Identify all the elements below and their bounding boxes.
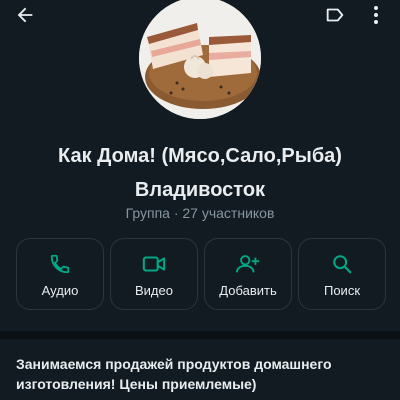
group-description[interactable]: Занимаемся продажей продуктов домашнего … [16,354,386,394]
group-title: Как Дома! (Мясо,Сало,Рыба) Владивосток [0,142,400,204]
add-person-icon [205,251,291,277]
video-camera-icon [111,251,197,277]
group-photo [139,0,261,119]
label-tag-icon [326,8,344,22]
more-vert-icon [374,6,378,24]
more-options-button[interactable] [366,2,386,28]
video-call-button[interactable]: Видео [110,238,198,310]
search-button[interactable]: Поиск [298,238,386,310]
arrow-left-icon [17,7,33,23]
group-title-line1: Как Дома! (Мясо,Сало,Рыба) [58,145,342,167]
add-participant-button[interactable]: Добавить [204,238,292,310]
search-label: Поиск [323,283,361,298]
action-buttons-row: Аудио Видео Добавить Поиск [16,238,386,310]
search-icon [299,251,385,277]
label-button[interactable] [322,2,348,28]
add-participant-label: Добавить [219,283,277,298]
group-subtitle: Группа · 27 участников [125,205,275,221]
audio-call-button[interactable]: Аудио [16,238,104,310]
section-divider [0,331,400,339]
video-call-label: Видео [135,283,173,298]
group-avatar[interactable] [139,0,261,119]
back-button[interactable] [12,2,38,28]
group-title-line2: Владивосток [134,179,266,201]
phone-icon [17,251,103,277]
audio-call-label: Аудио [41,283,79,298]
